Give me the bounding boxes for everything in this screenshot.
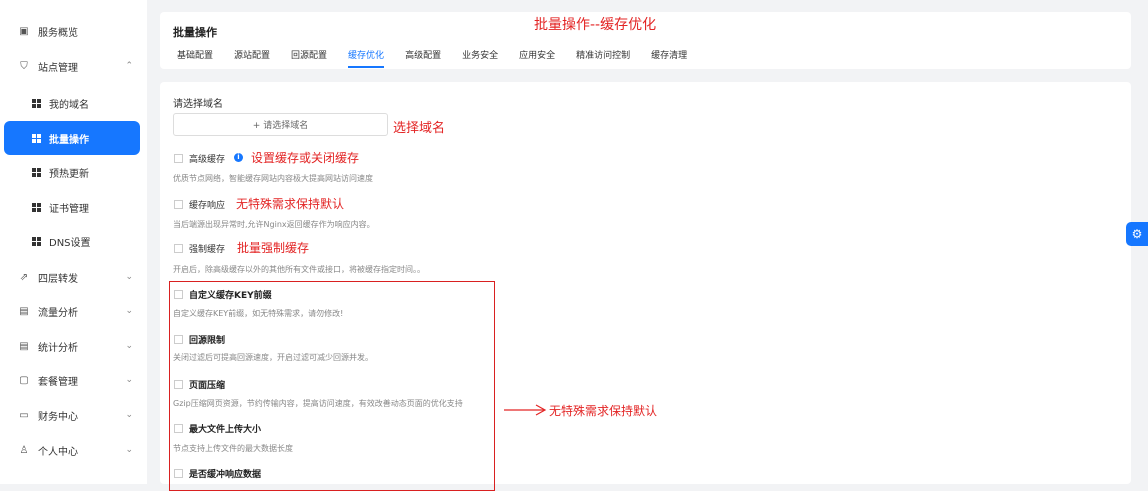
force-cache-checkbox[interactable]	[174, 244, 183, 253]
sidebar-item-preheat-update[interactable]: 预热更新	[0, 155, 147, 189]
sidebar-item-label: 套餐管理	[38, 376, 78, 388]
sidebar: ▣ 服务概览 ⛉ 站点管理 ⌃ 我的域名 批量操作 预热更新 证书管理 DNS设…	[0, 0, 147, 484]
tab-back-to-origin-config[interactable]: 回源配置	[291, 48, 327, 61]
chevron-down-icon: ⌄	[125, 410, 133, 420]
sidebar-item-packages[interactable]: ▢ 套餐管理 ⌄	[0, 363, 147, 397]
chevron-down-icon: ⌄	[125, 341, 133, 351]
chevron-down-icon: ⌄	[125, 272, 133, 282]
sidebar-item-label: 财务中心	[38, 411, 78, 423]
grid-icon	[32, 167, 41, 177]
sidebar-item-service-overview[interactable]: ▣ 服务概览	[0, 14, 147, 48]
sidebar-item-batch-operation[interactable]: 批量操作	[4, 121, 140, 155]
chevron-down-icon: ⌄	[125, 375, 133, 385]
tab-cache-purge[interactable]: 缓存清理	[651, 48, 687, 61]
advanced-cache-label: 高级缓存	[189, 155, 226, 165]
grid-icon	[32, 236, 41, 246]
sidebar-item-personal-center[interactable]: ♙ 个人中心 ⌄	[0, 433, 147, 467]
annotation-force-cache: 批量强制缓存	[237, 241, 310, 255]
tab-access-control[interactable]: 精准访问控制	[576, 48, 630, 61]
forward-icon: ⇗	[19, 271, 29, 283]
force-cache-desc: 开启后，除高级缓存以外的其他所有文件或接口，将被缓存指定时间。。	[173, 265, 425, 274]
annotation-keep-default-boxed: 无特殊需求保持默认	[549, 404, 658, 418]
sidebar-item-label: 个人中心	[38, 446, 78, 458]
sidebar-item-l4-forward[interactable]: ⇗ 四层转发 ⌄	[0, 260, 147, 294]
sidebar-item-label: 统计分析	[38, 342, 78, 354]
chevron-down-icon: ⌄	[125, 445, 133, 455]
annotation-keep-default: 无特殊需求保持默认	[236, 197, 345, 211]
tab-origin-config[interactable]: 源站配置	[234, 48, 270, 61]
sidebar-item-label: 我的域名	[49, 99, 89, 111]
arrow-icon	[504, 404, 547, 416]
grid-icon	[32, 133, 41, 143]
sidebar-item-traffic-analysis[interactable]: ▤ 流量分析 ⌄	[0, 294, 147, 328]
page-title: 批量操作	[173, 26, 217, 39]
sidebar-item-dns[interactable]: DNS设置	[0, 224, 147, 258]
document-icon: ▤	[19, 305, 29, 317]
chevron-up-icon: ⌃	[125, 61, 133, 71]
tab-app-security[interactable]: 应用安全	[519, 48, 555, 61]
force-cache-label: 强制缓存	[189, 245, 226, 255]
sidebar-item-label: 四层转发	[38, 273, 78, 285]
tab-business-security[interactable]: 业务安全	[462, 48, 498, 61]
select-domain-button[interactable]: + 请选择域名	[173, 113, 388, 136]
tab-advanced-config[interactable]: 高级配置	[405, 48, 441, 61]
sidebar-item-label: 流量分析	[38, 307, 78, 319]
package-icon: ▢	[19, 374, 29, 386]
tab-basic-config[interactable]: 基础配置	[177, 48, 213, 61]
highlight-box	[169, 281, 495, 491]
sidebar-item-label: 批量操作	[49, 134, 89, 146]
tab-bar: 基础配置 源站配置 回源配置 缓存优化 高级配置 业务安全 应用安全 精准访问控…	[177, 48, 708, 68]
sidebar-item-label: 服务概览	[38, 27, 78, 39]
sidebar-item-label: 站点管理	[38, 62, 78, 74]
cache-response-desc: 当后端源出现异常时,允许Nginx返回缓存作为响应内容。	[173, 220, 375, 229]
sidebar-item-site-management[interactable]: ⛉ 站点管理 ⌃	[0, 49, 147, 83]
advanced-cache-checkbox[interactable]	[174, 154, 183, 163]
document-icon: ▤	[19, 340, 29, 352]
grid-icon	[32, 202, 41, 212]
sidebar-item-label: 预热更新	[49, 168, 89, 180]
chevron-down-icon: ⌄	[125, 306, 133, 316]
cache-response-checkbox[interactable]	[174, 200, 183, 209]
gear-icon[interactable]: ⚙	[1126, 222, 1148, 246]
shield-icon: ⛉	[20, 60, 28, 72]
annotation-select-domain: 选择域名	[393, 121, 446, 136]
user-icon: ♙	[19, 444, 29, 456]
annotation-cache-toggle: 设置缓存或关闭缓存	[251, 151, 360, 165]
annotation-title: 批量操作--缓存优化	[534, 17, 657, 33]
wallet-icon: ▭	[19, 409, 29, 421]
sidebar-item-my-domains[interactable]: 我的域名	[0, 86, 147, 120]
domain-select-label: 请选择域名	[173, 99, 223, 110]
grid-icon	[32, 98, 41, 108]
sidebar-item-certificates[interactable]: 证书管理	[0, 190, 147, 224]
sidebar-item-label: DNS设置	[49, 237, 91, 249]
sidebar-item-finance[interactable]: ▭ 财务中心 ⌄	[0, 398, 147, 432]
sidebar-item-statistics[interactable]: ▤ 统计分析 ⌄	[0, 329, 147, 363]
tab-cache-optimization[interactable]: 缓存优化	[348, 48, 385, 68]
sidebar-item-label: 证书管理	[49, 203, 89, 215]
info-icon[interactable]: i	[234, 153, 243, 162]
chart-icon: ▣	[19, 25, 29, 37]
advanced-cache-desc: 优质节点网络，智能缓存网站内容极大提高网站访问速度	[173, 174, 373, 183]
cache-response-label: 缓存响应	[189, 201, 226, 211]
